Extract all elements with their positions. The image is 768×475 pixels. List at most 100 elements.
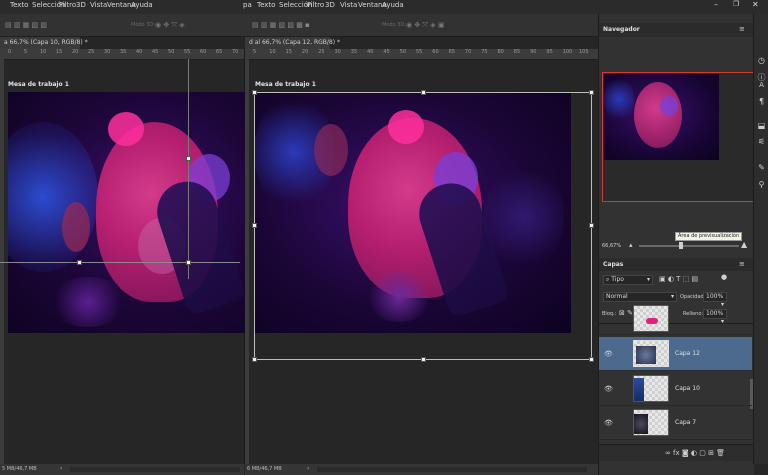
- menu-texto-2[interactable]: Texto: [257, 1, 275, 9]
- paragraph-icon[interactable]: ¶: [756, 96, 767, 107]
- transform-handle[interactable]: [186, 260, 191, 265]
- tab-document-right[interactable]: d al 66,7% (Capa 12, RGB/8) *: [245, 37, 340, 49]
- 3d-icons[interactable]: ◉ ✥ ⤧ ◈: [155, 21, 185, 30]
- layer-row-capa-12[interactable]: 👁 Capa 12: [599, 337, 752, 371]
- layer-actions-icons[interactable]: ∞ fx ◙ ◐ ▢ ⊞ 🗑: [665, 449, 725, 457]
- transform-handle[interactable]: [252, 90, 257, 95]
- 3d-icons-2[interactable]: ◉ ✥ ⤧ ◈ ▣: [406, 21, 444, 30]
- layers-tab[interactable]: Capas: [603, 261, 623, 268]
- layer-filter-select[interactable]: ⌕ Tipo ▾: [603, 275, 653, 285]
- transform-handle[interactable]: [421, 90, 426, 95]
- menu-vista-2[interactable]: Vista: [340, 1, 357, 9]
- transform-handle[interactable]: [421, 357, 426, 362]
- layer-row-capa-7[interactable]: 👁 Capa 7: [599, 406, 752, 440]
- properties-icon[interactable]: ⚟: [756, 136, 767, 147]
- close-icon[interactable]: ✕: [752, 0, 759, 9]
- menu-3d-2[interactable]: 3D: [325, 1, 335, 9]
- status-arrow-icon[interactable]: ›: [60, 465, 62, 472]
- transform-handle[interactable]: [589, 90, 594, 95]
- navigator-preview[interactable]: [602, 72, 754, 202]
- ruler-tick: 55: [416, 49, 423, 55]
- vertical-ruler-right: [245, 59, 249, 464]
- filter-toggle-icon[interactable]: ●: [721, 273, 727, 281]
- eye-icon[interactable]: 👁: [604, 385, 613, 393]
- canvas-artwork-right[interactable]: [254, 92, 571, 333]
- tab-document-left[interactable]: a 66,7% (Capa 10, RGB/8) *: [0, 37, 88, 49]
- thumb-content: [634, 378, 644, 401]
- zoom-slider-track[interactable]: [639, 242, 739, 249]
- panel-menu-icon[interactable]: ≡: [739, 25, 745, 33]
- menu-vista[interactable]: Vista: [90, 1, 107, 9]
- minimize-icon[interactable]: –: [714, 0, 718, 9]
- menu-filtro-2[interactable]: Filtro: [307, 1, 324, 9]
- layer-row-partial[interactable]: [599, 305, 752, 335]
- layer-row-capa-10[interactable]: 👁 Capa 10: [599, 372, 752, 406]
- transform-handle[interactable]: [77, 260, 82, 265]
- doc-size-left: 5 MB/46,7 MB: [2, 466, 37, 472]
- chevron-down-icon: ▾: [670, 293, 674, 300]
- horizontal-scrollbar[interactable]: [317, 467, 587, 472]
- status-arrow-icon[interactable]: ›: [307, 465, 309, 472]
- tab-right-label: d al 66,7% (Capa 12, RGB/8) *: [249, 39, 341, 46]
- ruler-tick: 30: [104, 49, 111, 55]
- eye-icon[interactable]: 👁: [604, 419, 613, 427]
- transform-handle[interactable]: [252, 357, 257, 362]
- ruler-tick: 10: [269, 49, 276, 55]
- ruler-tick: 60: [200, 49, 207, 55]
- menu-ayuda-2[interactable]: Ayuda: [382, 1, 404, 9]
- guide-horizontal: [0, 262, 240, 263]
- ruler-tick: 65: [448, 49, 455, 55]
- opacity-input[interactable]: 100% ▾: [703, 292, 727, 308]
- ruler-tick: 45: [383, 49, 390, 55]
- search-icon: ⌕: [606, 276, 610, 283]
- ruler-tick: 70: [464, 49, 472, 55]
- layers-header: Capas ≡: [599, 258, 754, 271]
- ruler-tick: 5: [253, 49, 257, 55]
- thumb-nebula: [604, 74, 634, 124]
- canvas-artwork-left[interactable]: [8, 92, 245, 333]
- menu-3d[interactable]: 3D: [76, 1, 86, 9]
- horizontal-scrollbar[interactable]: [70, 467, 240, 472]
- blend-mode-select[interactable]: Normal ▾: [603, 292, 677, 302]
- ruler-tick: 50: [168, 49, 175, 55]
- layer-thumbnail: [633, 409, 669, 436]
- adjustments-icon[interactable]: ⬓: [756, 120, 767, 131]
- menu-filtro[interactable]: Filtro: [59, 1, 76, 9]
- panel-menu-icon[interactable]: ≡: [739, 260, 745, 268]
- ruler-tick: 75: [481, 49, 488, 55]
- ruler-tick: 65: [216, 49, 223, 55]
- restore-icon[interactable]: ❐: [733, 0, 739, 8]
- layer-name: Capa 12: [675, 350, 700, 357]
- heart-shape: [62, 202, 90, 252]
- history-icon[interactable]: ◷: [756, 55, 767, 66]
- ruler-tick: 25: [318, 49, 325, 55]
- menu-texto[interactable]: Texto: [10, 1, 28, 9]
- zoom-slider-thumb[interactable]: [679, 242, 683, 249]
- ruler-tick: 45: [152, 49, 159, 55]
- layer-thumbnail: [633, 340, 669, 367]
- brush-icon[interactable]: ✎: [756, 162, 767, 173]
- eye-icon[interactable]: 👁: [604, 350, 613, 358]
- transform-handle[interactable]: [589, 357, 594, 362]
- opacity-value: 100%: [706, 293, 724, 300]
- ruler-left: 0 5 10 15 20 25 30 35 40 45 50 55 60 65 70: [0, 49, 244, 60]
- layer-thumbnail: [633, 375, 669, 402]
- align-icons[interactable]: ▤ ▥ ▦ ▧ ▨: [5, 21, 47, 29]
- filter-icons[interactable]: ▣ ◐ T ⬚ ▤: [659, 275, 698, 283]
- ruler-tick: 50: [399, 49, 407, 55]
- ruler-tick: 80: [497, 49, 504, 55]
- zoom-in-icon[interactable]: ▲: [741, 240, 747, 249]
- clone-icon[interactable]: ⚲: [756, 179, 767, 190]
- filter-label: Tipo: [611, 276, 624, 283]
- character-icon[interactable]: A: [756, 80, 767, 91]
- transform-handle[interactable]: [589, 223, 594, 228]
- zoom-value[interactable]: 66,67%: [602, 243, 621, 249]
- bokeh-bottom: [364, 272, 434, 322]
- transform-handle[interactable]: [252, 223, 257, 228]
- thumb-planet: [634, 82, 682, 148]
- blend-mode-value: Normal: [606, 293, 628, 300]
- transform-handle[interactable]: [186, 156, 191, 161]
- menu-ayuda[interactable]: Ayuda: [131, 1, 153, 9]
- zoom-out-icon[interactable]: ▴: [629, 241, 633, 249]
- align-icons-2[interactable]: ▤ ▥ ▦ ▧ ▨ ▩ ▪: [252, 21, 310, 29]
